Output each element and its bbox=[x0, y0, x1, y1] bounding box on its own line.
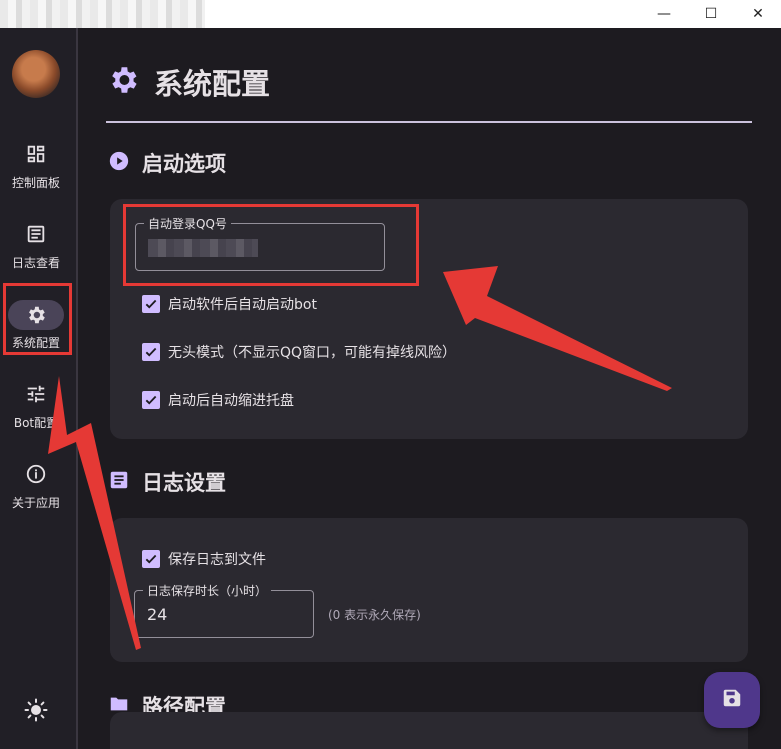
main-content: 系统配置 启动选项 自动登录QQ号 启动软件后自动启动bot 无头模式（不显示Q… bbox=[78, 28, 781, 749]
sidebar: 控制面板 日志查看 系统配置 Bot配置 关于应用 bbox=[0, 28, 76, 749]
close-button[interactable]: ✕ bbox=[735, 0, 781, 28]
checkbox-label: 无头模式（不显示QQ窗口，可能有掉线风险） bbox=[168, 345, 457, 361]
dashboard-icon bbox=[22, 140, 50, 168]
tune-icon bbox=[22, 380, 50, 408]
page-title: 系统配置 bbox=[154, 67, 271, 101]
save-log-to-file-checkbox[interactable]: 保存日志到文件 bbox=[142, 549, 266, 569]
auto-login-qq-field[interactable]: 自动登录QQ号 bbox=[135, 215, 385, 271]
gear-icon bbox=[8, 300, 64, 330]
section-header-startup: 启动选项 bbox=[108, 148, 226, 178]
headless-mode-checkbox[interactable]: 无头模式（不显示QQ窗口，可能有掉线风险） bbox=[142, 342, 456, 362]
checkbox-label: 启动后自动缩进托盘 bbox=[168, 393, 294, 409]
checkbox-checked-icon bbox=[142, 295, 160, 313]
theme-toggle-button[interactable] bbox=[22, 698, 50, 726]
sidebar-item-label: 控制面板 bbox=[11, 176, 60, 190]
gear-icon bbox=[106, 63, 140, 101]
sidebar-item-bot-config[interactable]: Bot配置 bbox=[0, 380, 76, 444]
info-icon bbox=[22, 460, 50, 488]
checkbox-checked-icon bbox=[142, 343, 160, 361]
path-config-card bbox=[110, 712, 748, 749]
sidebar-item-dashboard[interactable]: 控制面板 bbox=[0, 140, 76, 204]
qq-number-blurred bbox=[148, 239, 258, 257]
article-icon bbox=[22, 220, 50, 248]
checkbox-checked-icon bbox=[142, 550, 160, 568]
field-label: 日志保存时长（小时） bbox=[143, 582, 272, 599]
play-circle-icon bbox=[108, 150, 130, 176]
field-label: 自动登录QQ号 bbox=[144, 215, 231, 232]
avatar[interactable] bbox=[12, 50, 60, 98]
window-title-blurred bbox=[0, 0, 205, 28]
checkbox-label: 启动软件后自动启动bot bbox=[168, 297, 317, 313]
section-title: 日志设置 bbox=[142, 471, 226, 495]
field-hint: (0 表示永久保存) bbox=[328, 608, 421, 622]
sun-icon bbox=[24, 698, 48, 726]
checkbox-label: 保存日志到文件 bbox=[168, 552, 266, 568]
sidebar-item-logs[interactable]: 日志查看 bbox=[0, 220, 76, 284]
page-header: 系统配置 bbox=[106, 62, 270, 102]
maximize-button[interactable]: ☐ bbox=[688, 0, 734, 28]
save-button[interactable] bbox=[704, 672, 760, 728]
checkbox-checked-icon bbox=[142, 391, 160, 409]
section-title: 启动选项 bbox=[142, 152, 226, 176]
startup-options-card: 自动登录QQ号 启动软件后自动启动bot 无头模式（不显示QQ窗口，可能有掉线风… bbox=[110, 199, 748, 439]
title-bar: — ☐ ✕ bbox=[0, 0, 781, 28]
minimize-to-tray-checkbox[interactable]: 启动后自动缩进托盘 bbox=[142, 390, 294, 410]
sidebar-item-label: 日志查看 bbox=[11, 256, 60, 270]
minimize-button[interactable]: — bbox=[641, 0, 687, 28]
log-settings-card: 保存日志到文件 日志保存时长（小时） 24 (0 表示永久保存) bbox=[110, 518, 748, 662]
sidebar-item-label: 系统配置 bbox=[11, 336, 60, 350]
sidebar-item-about[interactable]: 关于应用 bbox=[0, 460, 76, 524]
log-retention-field[interactable]: 日志保存时长（小时） 24 bbox=[134, 582, 314, 638]
article-icon bbox=[108, 469, 130, 495]
sidebar-item-label: 关于应用 bbox=[11, 496, 60, 510]
title-divider bbox=[106, 121, 752, 123]
auto-start-bot-checkbox[interactable]: 启动软件后自动启动bot bbox=[142, 294, 317, 314]
save-icon bbox=[721, 687, 743, 713]
field-value: 24 bbox=[147, 605, 168, 624]
section-header-log: 日志设置 bbox=[108, 467, 226, 497]
sidebar-item-label: Bot配置 bbox=[13, 416, 59, 430]
sidebar-item-system-config[interactable]: 系统配置 bbox=[0, 300, 76, 364]
